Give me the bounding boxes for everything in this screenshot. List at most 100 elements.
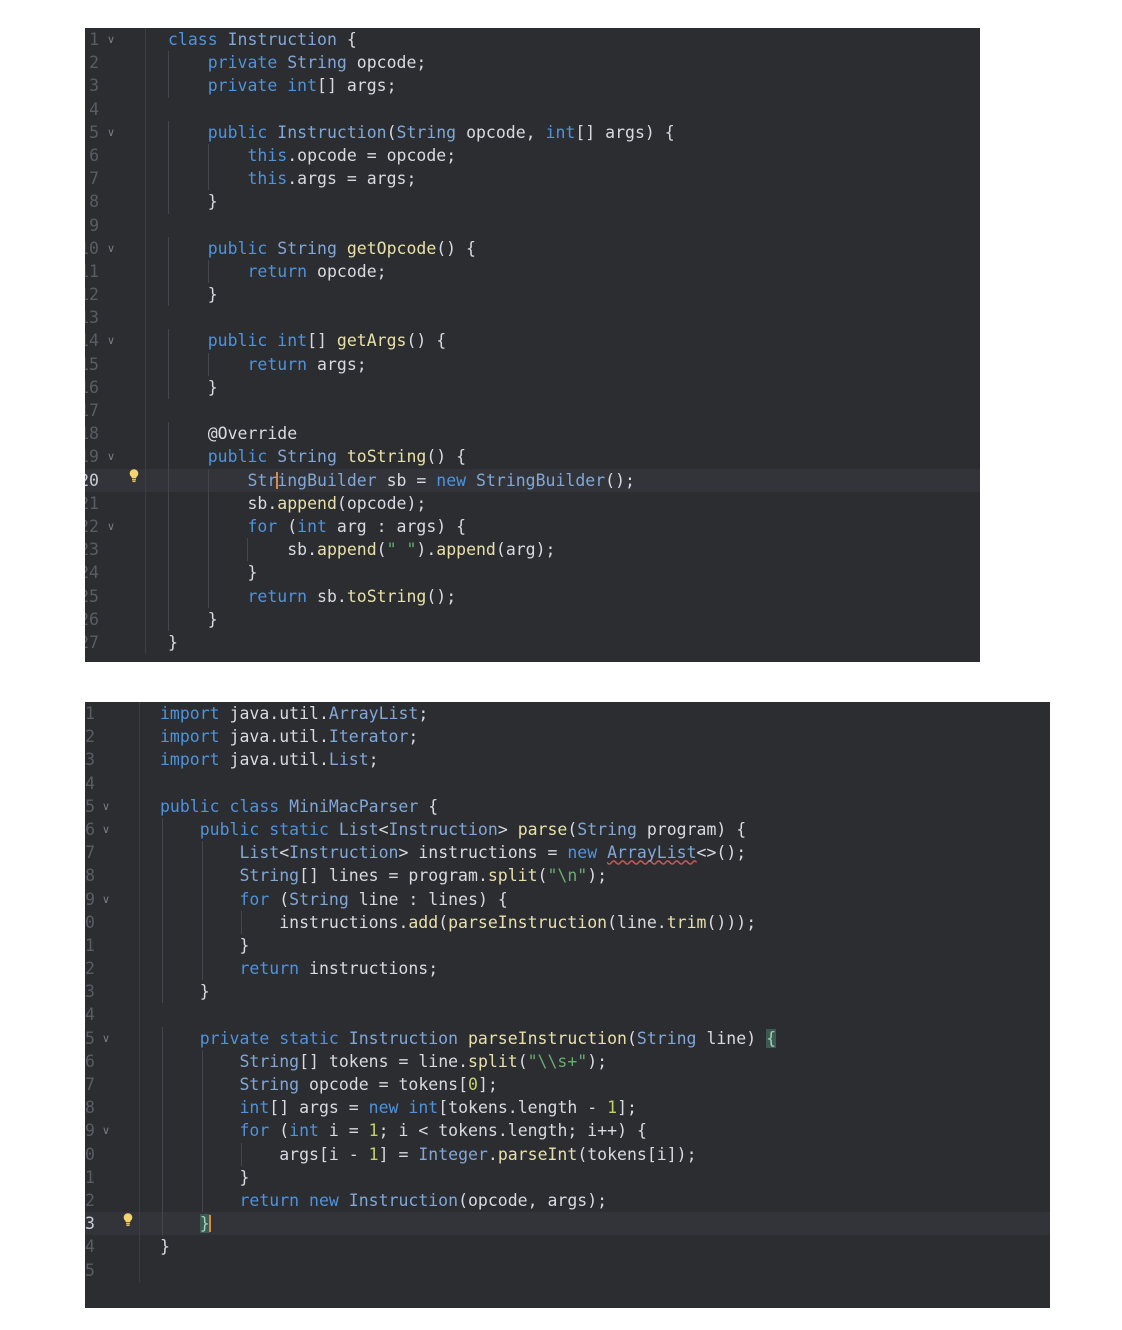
code-line[interactable]: 19∨ for (int i = 1; i < tokens.length; i…	[85, 1119, 1050, 1143]
code-text[interactable]	[152, 772, 1050, 795]
code-text[interactable]: public String toString() {	[158, 445, 980, 469]
code-line[interactable]: 25 return sb.toString();	[85, 584, 980, 608]
code-text[interactable]: String[] tokens = line.split("\\s+");	[152, 1049, 1050, 1073]
code-line[interactable]: 20 args[i - 1] = Integer.parseInt(tokens…	[85, 1142, 1050, 1166]
code-text[interactable]: }	[152, 1212, 1050, 1236]
code-line[interactable]: 9 ∨ for (String line : lines) {	[85, 887, 1050, 911]
code-text[interactable]: this.opcode = opcode;	[158, 143, 980, 168]
code-text[interactable]: public int[] getArgs() {	[158, 329, 980, 353]
code-text[interactable]: }	[152, 1235, 1050, 1258]
code-line[interactable]: 27}	[85, 630, 980, 655]
code-text[interactable]: @Override	[158, 422, 980, 446]
code-text[interactable]: args[i - 1] = Integer.parseInt(tokens[i]…	[152, 1142, 1050, 1166]
fold-chevron-down-icon[interactable]: ∨	[95, 1027, 117, 1050]
code-text[interactable]: for (int i = 1; i < tokens.length; i++) …	[152, 1119, 1050, 1143]
code-line[interactable]: 13	[85, 306, 980, 330]
code-line[interactable]: 5 ∨ public class MiniMacParser {	[85, 794, 1050, 818]
code-line[interactable]: 10 instructions.add(parseInstruction(lin…	[85, 910, 1050, 934]
code-line[interactable]: 24}	[85, 1235, 1050, 1259]
code-text[interactable]	[158, 306, 980, 329]
code-line[interactable]: 5 ∨ public Instruction(String opcode, int…	[85, 120, 980, 144]
code-text[interactable]: }	[152, 1165, 1050, 1189]
code-text[interactable]: import java.util.Iterator;	[152, 725, 1050, 748]
code-line[interactable]: 15∨ private static Instruction parseInst…	[85, 1026, 1050, 1050]
code-line[interactable]: 21 sb.append(opcode);	[85, 491, 980, 515]
code-text[interactable]: return opcode;	[158, 259, 980, 284]
code-text[interactable]: }	[158, 190, 980, 214]
code-line[interactable]: 11 return opcode;	[85, 259, 980, 284]
code-text[interactable]: List<Instruction> instructions = new Arr…	[152, 841, 1050, 865]
code-text[interactable]: import java.util.List;	[152, 748, 1050, 771]
code-line[interactable]: 3 private int[] args;	[85, 74, 980, 98]
code-text[interactable]: }	[152, 933, 1050, 958]
code-editor-pane-instruction[interactable]: 1 ∨ class Instruction {2 private String op…	[85, 28, 980, 662]
code-line[interactable]: 18 @Override	[85, 422, 980, 446]
code-text[interactable]: return args;	[158, 352, 980, 376]
code-text[interactable]: public class MiniMacParser {	[152, 795, 1050, 818]
code-line[interactable]: 11 }	[85, 933, 1050, 958]
code-text[interactable]	[158, 399, 980, 422]
code-text[interactable]: return new Instruction(opcode, args);	[152, 1188, 1050, 1213]
fold-chevron-down-icon[interactable]: ∨	[99, 329, 123, 352]
fold-chevron-down-icon[interactable]: ∨	[99, 28, 123, 51]
code-line[interactable]: 12 return instructions;	[85, 957, 1050, 981]
code-text[interactable]	[152, 1259, 1050, 1282]
code-line[interactable]: 1 ∨ class Instruction {	[85, 28, 980, 52]
code-line[interactable]: 4	[85, 771, 1050, 795]
code-line[interactable]: 25	[85, 1258, 1050, 1282]
code-text[interactable]: private String opcode;	[158, 51, 980, 75]
code-line[interactable]: 4	[85, 97, 980, 121]
code-line[interactable]: 14	[85, 1003, 1050, 1027]
intention-bulb-icon[interactable]	[117, 1212, 139, 1236]
fold-chevron-down-icon[interactable]: ∨	[99, 121, 123, 144]
code-text[interactable]: class Instruction {	[158, 28, 980, 51]
code-line[interactable]: 24 }	[85, 561, 980, 585]
code-line[interactable]: 6 this.opcode = opcode;	[85, 143, 980, 168]
fold-chevron-down-icon[interactable]: ∨	[95, 1119, 117, 1142]
code-text[interactable]: this.args = args;	[158, 167, 980, 191]
code-line[interactable]: 16 String[] tokens = line.split("\\s+");	[85, 1049, 1050, 1073]
code-line[interactable]: 1 import java.util.ArrayList;	[85, 702, 1050, 726]
code-text[interactable]: public static List<Instruction> parse(St…	[152, 817, 1050, 842]
code-text[interactable]: public Instruction(String opcode, int[] …	[158, 120, 980, 144]
fold-chevron-down-icon[interactable]: ∨	[95, 888, 117, 911]
code-text[interactable]: import java.util.ArrayList;	[152, 702, 1050, 725]
code-text[interactable]: return sb.toString();	[158, 584, 980, 608]
code-text[interactable]: for (int arg : args) {	[158, 514, 980, 539]
code-line[interactable]: 3 import java.util.List;	[85, 748, 1050, 772]
fold-chevron-down-icon[interactable]: ∨	[95, 795, 117, 818]
code-text[interactable]: }	[158, 631, 980, 654]
code-text[interactable]: }	[158, 607, 980, 631]
code-text[interactable]: private static Instruction parseInstruct…	[152, 1026, 1050, 1050]
code-line[interactable]: 9	[85, 213, 980, 237]
code-text[interactable]: }	[158, 283, 980, 307]
code-text[interactable]: StringBuilder sb = new StringBuilder();	[158, 468, 980, 492]
code-line[interactable]: 7 this.args = args;	[85, 167, 980, 191]
code-line[interactable]: 19∨ public String toString() {	[85, 445, 980, 469]
intention-bulb-icon[interactable]	[123, 468, 145, 492]
fold-chevron-down-icon[interactable]: ∨	[99, 515, 123, 538]
code-line[interactable]: 15 return args;	[85, 352, 980, 376]
code-line[interactable]: 22∨ for (int arg : args) {	[85, 514, 980, 539]
code-line[interactable]: 16 }	[85, 375, 980, 399]
code-line[interactable]: 23 sb.append(" ").append(arg);	[85, 538, 980, 562]
code-text[interactable]: sb.append(opcode);	[158, 491, 980, 515]
code-text[interactable]: }	[158, 561, 980, 585]
code-line[interactable]: 14∨ public int[] getArgs() {	[85, 329, 980, 353]
code-line[interactable]: 26 }	[85, 607, 980, 631]
code-text[interactable]: return instructions;	[152, 957, 1050, 981]
code-text[interactable]: sb.append(" ").append(arg);	[158, 538, 980, 562]
code-line[interactable]: 17 String opcode = tokens[0];	[85, 1073, 1050, 1097]
code-text[interactable]: }	[152, 980, 1050, 1004]
code-line[interactable]: 12 }	[85, 283, 980, 307]
code-text[interactable]	[152, 1003, 1050, 1026]
code-line[interactable]: 17	[85, 399, 980, 423]
code-editor-pane-minimacparser[interactable]: 1 import java.util.ArrayList; 2 import java…	[85, 702, 1050, 1308]
code-text[interactable]	[158, 98, 980, 121]
code-line[interactable]: 20 StringBuilder sb = new StringBuilder(…	[85, 468, 980, 492]
fold-chevron-down-icon[interactable]: ∨	[95, 818, 117, 841]
code-line[interactable]: 22 return new Instruction(opcode, args);	[85, 1188, 1050, 1213]
code-text[interactable]	[158, 214, 980, 237]
fold-chevron-down-icon[interactable]: ∨	[99, 445, 123, 468]
code-line[interactable]: 2 private String opcode;	[85, 51, 980, 75]
